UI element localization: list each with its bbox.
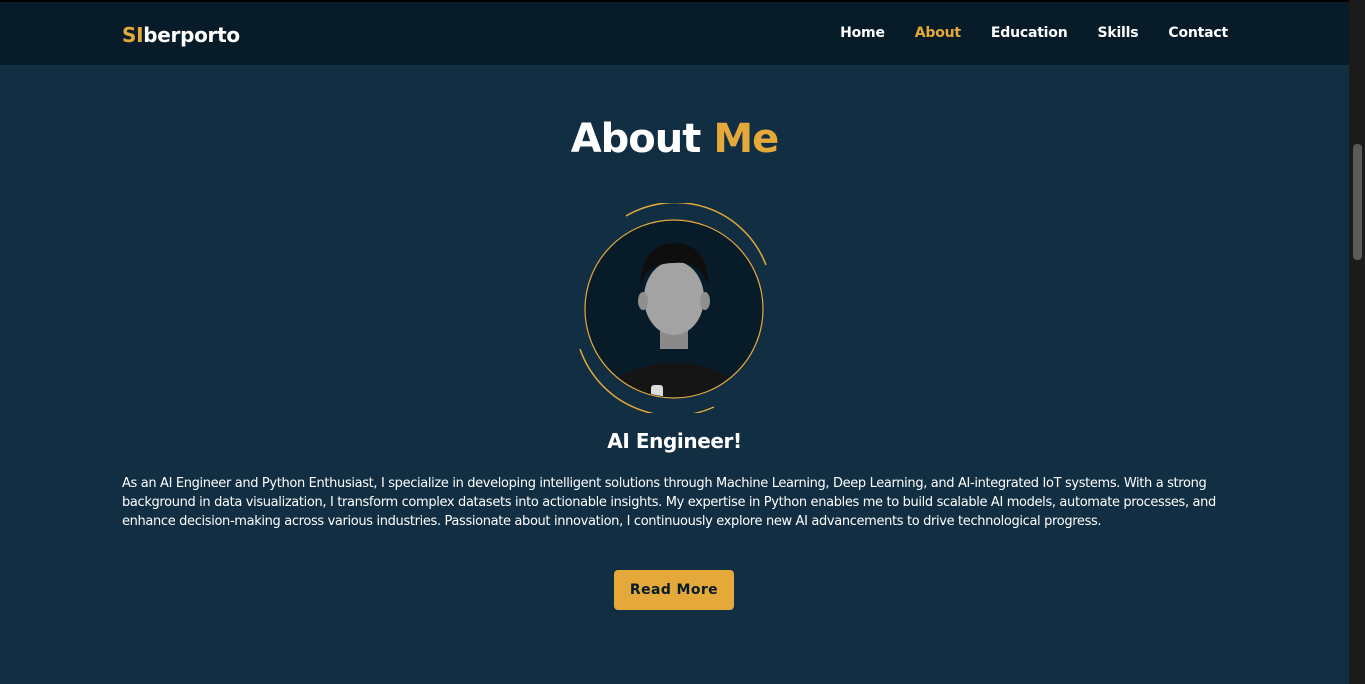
nav-education[interactable]: Education bbox=[991, 25, 1068, 41]
logo-text: berporto bbox=[143, 23, 240, 47]
nav-contact[interactable]: Contact bbox=[1168, 25, 1228, 41]
scrollbar-thumb[interactable] bbox=[1353, 144, 1362, 260]
avatar-graphic bbox=[579, 203, 767, 413]
nav-home[interactable]: Home bbox=[840, 25, 885, 41]
nav-about[interactable]: About bbox=[915, 25, 961, 41]
profile-photo bbox=[574, 203, 774, 413]
nav-skills[interactable]: Skills bbox=[1097, 25, 1138, 41]
site-header: SIberporto Home About Education Skills C… bbox=[0, 2, 1349, 65]
role-heading: AI Engineer! bbox=[607, 429, 742, 453]
logo-accent-text: SI bbox=[122, 23, 144, 47]
main-nav: Home About Education Skills Contact bbox=[840, 25, 1228, 41]
read-more-button[interactable]: Read More bbox=[614, 570, 734, 610]
section-title: About Me bbox=[0, 116, 1349, 162]
section-title-accent: Me bbox=[713, 116, 779, 162]
site-logo[interactable]: SIberporto bbox=[122, 23, 240, 47]
page-scrollbar[interactable] bbox=[1349, 0, 1365, 684]
about-description: As an AI Engineer and Python Enthusiast,… bbox=[122, 476, 1216, 529]
section-title-main: About bbox=[570, 116, 702, 162]
